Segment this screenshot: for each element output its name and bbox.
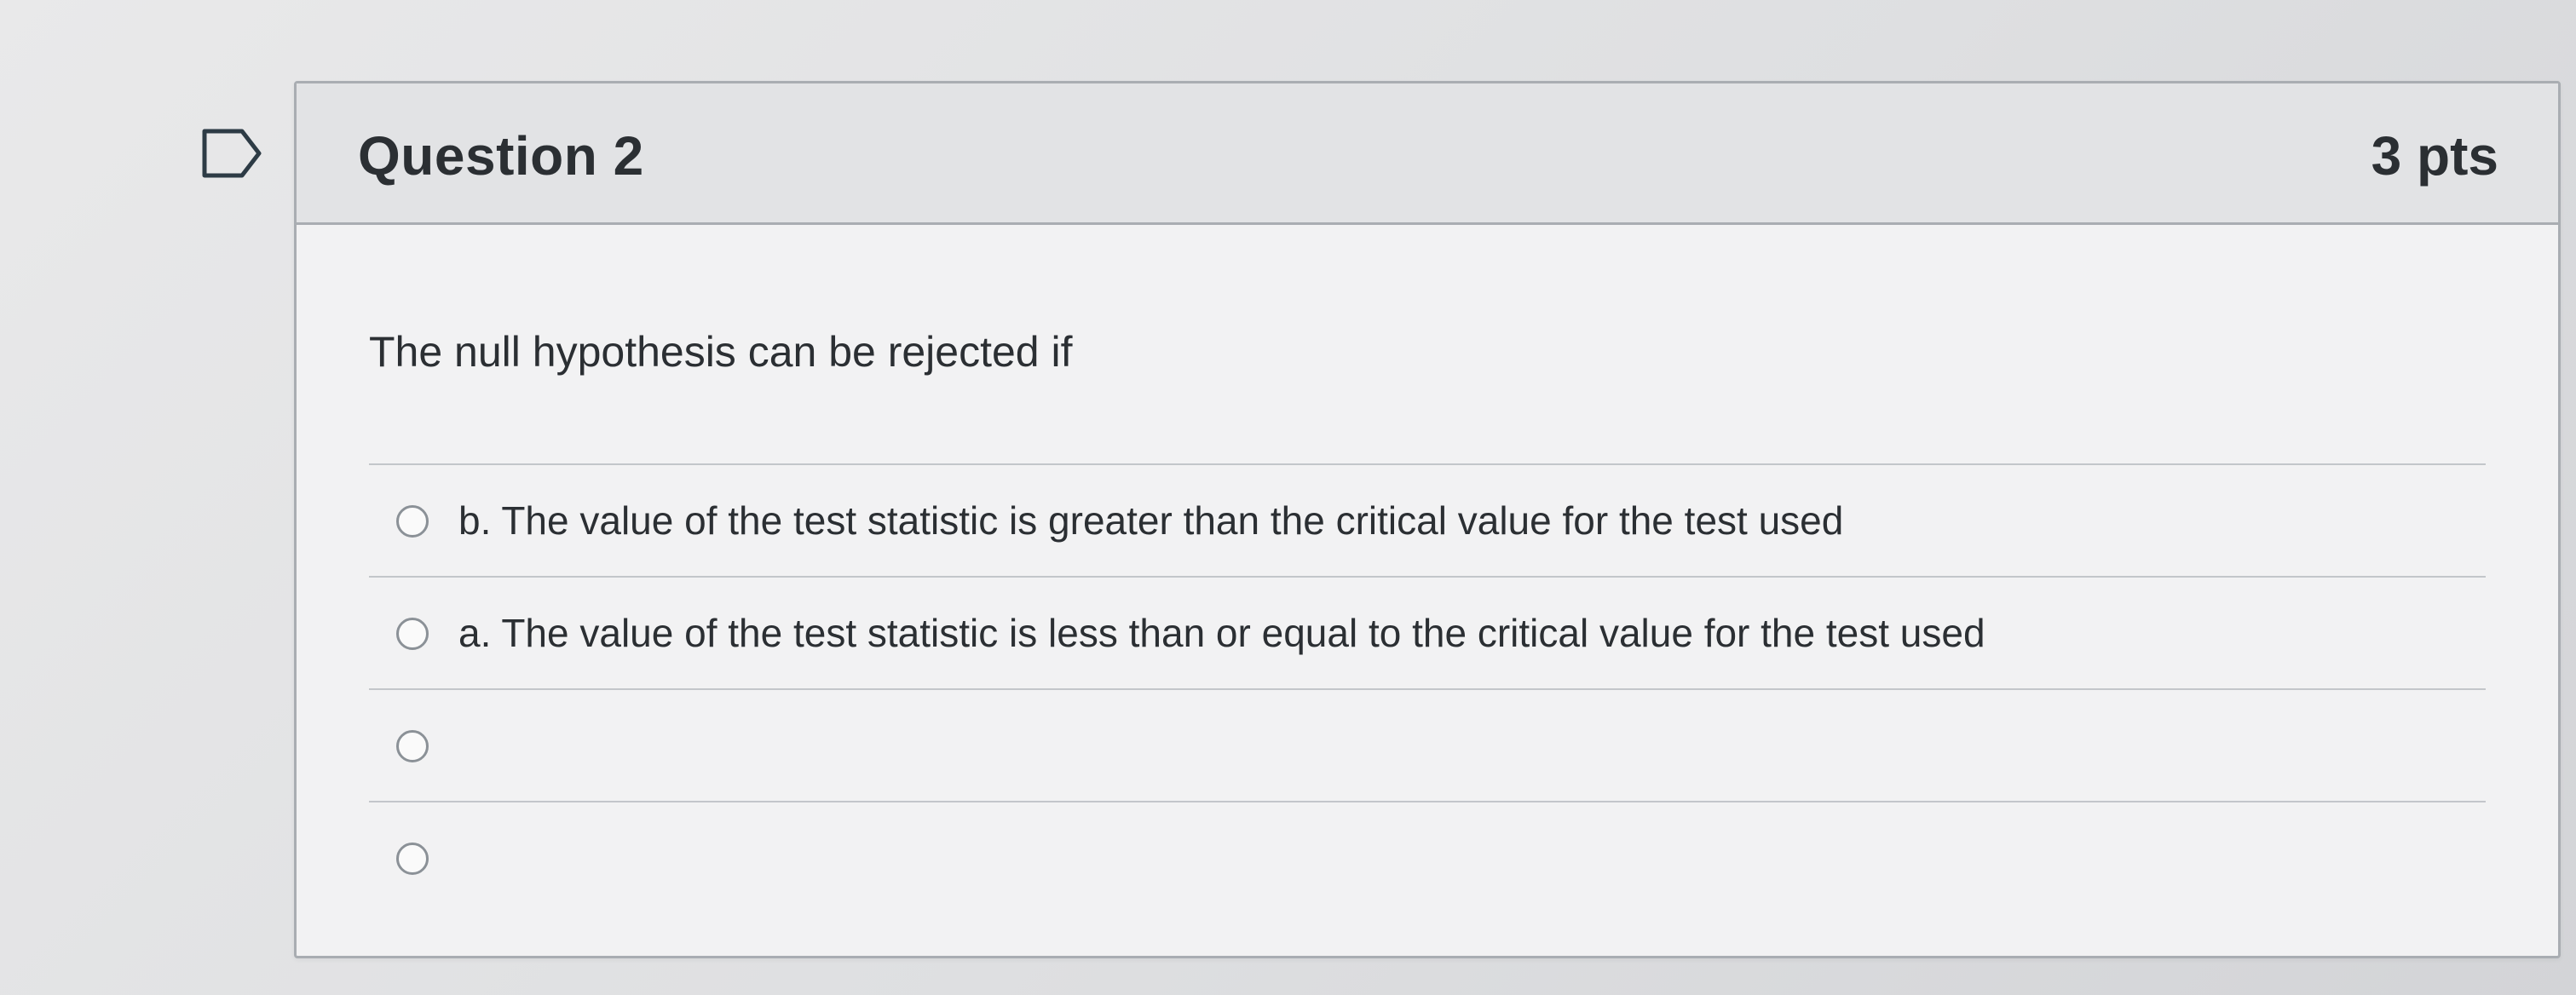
- question-card: Question 2 3 pts The null hypothesis can…: [294, 81, 2561, 958]
- radio-button-icon[interactable]: [396, 843, 429, 875]
- bookmark-flag-icon[interactable]: [201, 128, 264, 179]
- answer-label[interactable]: b. The value of the test statistic is gr…: [458, 493, 1843, 548]
- question-prompt: The null hypothesis can be rejected if: [369, 328, 1073, 376]
- answer-option-3[interactable]: [369, 690, 2486, 801]
- question-points: 3 pts: [2371, 125, 2498, 187]
- radio-button-icon[interactable]: [396, 730, 429, 762]
- radio-button-icon[interactable]: [396, 505, 429, 538]
- question-title: Question 2: [358, 125, 644, 187]
- answer-label[interactable]: a. The value of the test statistic is le…: [458, 606, 1985, 660]
- answer-option-4[interactable]: [369, 802, 2486, 913]
- answer-list: b. The value of the test statistic is gr…: [369, 463, 2486, 913]
- answer-option-a[interactable]: a. The value of the test statistic is le…: [369, 578, 2486, 688]
- answer-option-b[interactable]: b. The value of the test statistic is gr…: [369, 465, 2486, 576]
- question-body: The null hypothesis can be rejected if b…: [297, 225, 2558, 956]
- radio-button-icon[interactable]: [396, 618, 429, 650]
- question-header: Question 2 3 pts: [297, 83, 2558, 225]
